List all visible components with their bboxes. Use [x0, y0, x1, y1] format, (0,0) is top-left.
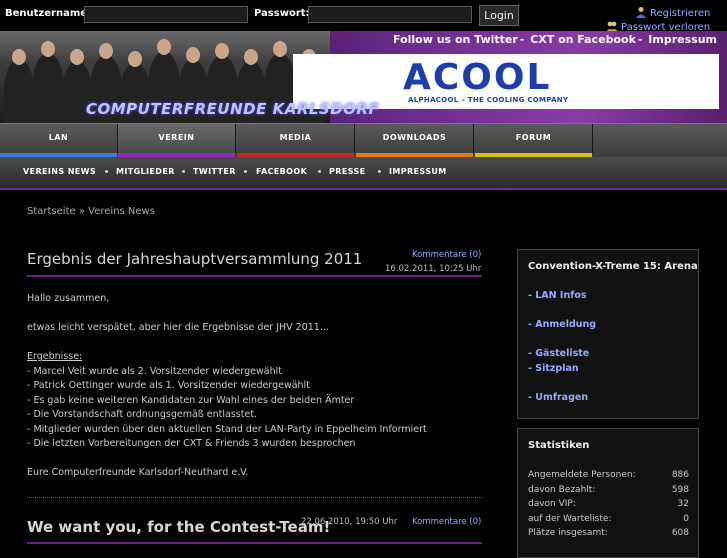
- subnav-vereins-news[interactable]: VEREINS NEWS: [23, 157, 96, 187]
- breadcrumb-home[interactable]: Startseite: [27, 206, 76, 217]
- nav-forum-label: FORUM: [515, 133, 552, 142]
- stat-value: 0: [683, 514, 689, 524]
- username-label: Benutzername:: [5, 8, 92, 19]
- nav-verein-label: VEREIN: [158, 133, 195, 142]
- breadcrumb: Startseite » Vereins News: [27, 206, 155, 217]
- article-date: 16.02.2011, 10:25 Uhr: [385, 264, 482, 274]
- facebook-link[interactable]: CXT on Facebook: [530, 33, 636, 46]
- article-comments-link[interactable]: Kommentare (0): [412, 250, 481, 260]
- subnav-separator: [244, 170, 247, 173]
- body-line: Eure Computerfreunde Karlsdorf-Neuthard …: [27, 467, 249, 478]
- subnav-separator: [318, 170, 321, 173]
- event-box-title: Convention-X-Treme 15: Arena: [528, 261, 698, 272]
- stat-label: davon Bezahlt:: [528, 485, 596, 495]
- header-banner: Follow us on Twitter - CXT on Facebook - I…: [0, 31, 727, 123]
- username-input[interactable]: [84, 6, 248, 23]
- subnav-separator: [378, 170, 381, 173]
- register-link[interactable]: Registrieren: [635, 6, 710, 19]
- stat-value: 598: [671, 485, 689, 495]
- main-nav: LAN VEREIN MEDIA DOWNLOADS FORUM: [0, 123, 727, 157]
- article-date: 22.06.2010, 19:50 Uhr: [301, 517, 398, 527]
- article-title-underline: [27, 542, 482, 544]
- body-line: - Mitglieder wurden über den aktuellen S…: [27, 423, 427, 435]
- password-input[interactable]: [308, 6, 472, 23]
- nav-forum[interactable]: FORUM: [475, 124, 593, 157]
- login-button[interactable]: Login: [479, 5, 519, 26]
- stat-label: Plätze insgesamt:: [528, 528, 608, 538]
- event-box: Convention-X-Treme 15: Arena - LAN Infos…: [517, 249, 699, 419]
- body-line: [27, 336, 487, 351]
- link-gaesteliste[interactable]: - Gästeliste: [528, 348, 589, 359]
- stat-value: 608: [671, 528, 689, 538]
- stats-box: Statistiken Angemeldete Personen: 886 da…: [517, 428, 699, 558]
- article-title[interactable]: We want you, for the Contest-Team!: [27, 518, 330, 536]
- subnav-separator: [182, 170, 185, 173]
- stat-value: 32: [677, 499, 689, 509]
- subnav-impressum[interactable]: IMPRESSUM: [389, 157, 447, 187]
- subnav-facebook[interactable]: FACEBOOK: [256, 157, 307, 187]
- subnav-separator: [105, 170, 108, 173]
- user-icon: [635, 6, 647, 18]
- ad-tagline: ALPHACOOL – THE COOLING COMPANY: [408, 96, 569, 104]
- article-divider: [27, 497, 482, 498]
- subnav-presse[interactable]: PRESSE: [329, 157, 366, 187]
- article-title-underline: [27, 275, 482, 277]
- club-title: COMPUTERFREUNDE KARLSDORF: [86, 100, 380, 118]
- breadcrumb-current[interactable]: Vereins News: [88, 206, 155, 217]
- link-umfragen[interactable]: - Umfragen: [528, 392, 588, 403]
- sub-nav: VEREINS NEWS MITGLIEDER TWITTER FACEBOOK…: [0, 157, 727, 190]
- link-lan-infos[interactable]: - LAN Infos: [528, 290, 587, 301]
- twitter-link[interactable]: Follow us on Twitter: [393, 33, 518, 46]
- body-line: - Die letzten Vorbereitungen der CXT & F…: [27, 438, 356, 449]
- subnav-mitglieder[interactable]: MITGLIEDER: [116, 157, 175, 187]
- password-label: Passwort:: [254, 8, 310, 19]
- impressum-link[interactable]: Impressum: [648, 33, 717, 46]
- breadcrumb-separator: »: [78, 206, 85, 217]
- nav-media[interactable]: MEDIA: [237, 124, 355, 157]
- body-line: - Die Vorstandschaft ordnungsgemäß entla…: [27, 409, 258, 420]
- article-body: Hallo zusammen, etwas leicht verspätet, …: [27, 292, 487, 481]
- body-line: Ergebnisse:: [27, 351, 83, 362]
- body-line: Hallo zusammen,: [27, 293, 110, 304]
- subnav-twitter[interactable]: TWITTER: [193, 157, 236, 187]
- stat-label: Angemeldete Personen:: [528, 470, 636, 480]
- stats-box-title: Statistiken: [528, 440, 590, 451]
- body-line: [27, 452, 487, 467]
- body-line: - Marcel Veit wurde als 2. Vorsitzender …: [27, 365, 282, 377]
- link-sitzplan[interactable]: - Sitzplan: [528, 363, 579, 374]
- register-label: Registrieren: [650, 8, 711, 19]
- stat-label: davon VIP:: [528, 499, 576, 509]
- body-line: [27, 307, 487, 322]
- alphacool-logo: ACOOL: [403, 57, 552, 98]
- body-line: - Es gab keine weiteren Kandidaten zur W…: [27, 394, 355, 406]
- stat-label: auf der Warteliste:: [528, 514, 612, 524]
- nav-downloads[interactable]: DOWNLOADS: [356, 124, 474, 157]
- nav-lan[interactable]: LAN: [0, 124, 118, 157]
- social-links: Follow us on Twitter - CXT on Facebook - I…: [393, 33, 717, 46]
- article-comments-link[interactable]: Kommentare (0): [412, 517, 481, 527]
- nav-lan-label: LAN: [48, 133, 69, 142]
- nav-verein[interactable]: VEREIN: [118, 124, 236, 157]
- nav-media-label: MEDIA: [279, 133, 312, 142]
- stat-value: 886: [671, 470, 689, 480]
- login-bar: Benutzername: Passwort: Login Registrier…: [0, 0, 727, 33]
- body-line: - Patrick Oettinger wurde als 1. Vorsitz…: [27, 380, 310, 391]
- nav-downloads-label: DOWNLOADS: [382, 133, 447, 142]
- link-anmeldung[interactable]: - Anmeldung: [528, 319, 596, 330]
- body-line: etwas leicht verspätet, aber hier die Er…: [27, 322, 329, 333]
- article-title[interactable]: Ergebnis der Jahreshauptversammlung 2011: [27, 250, 362, 268]
